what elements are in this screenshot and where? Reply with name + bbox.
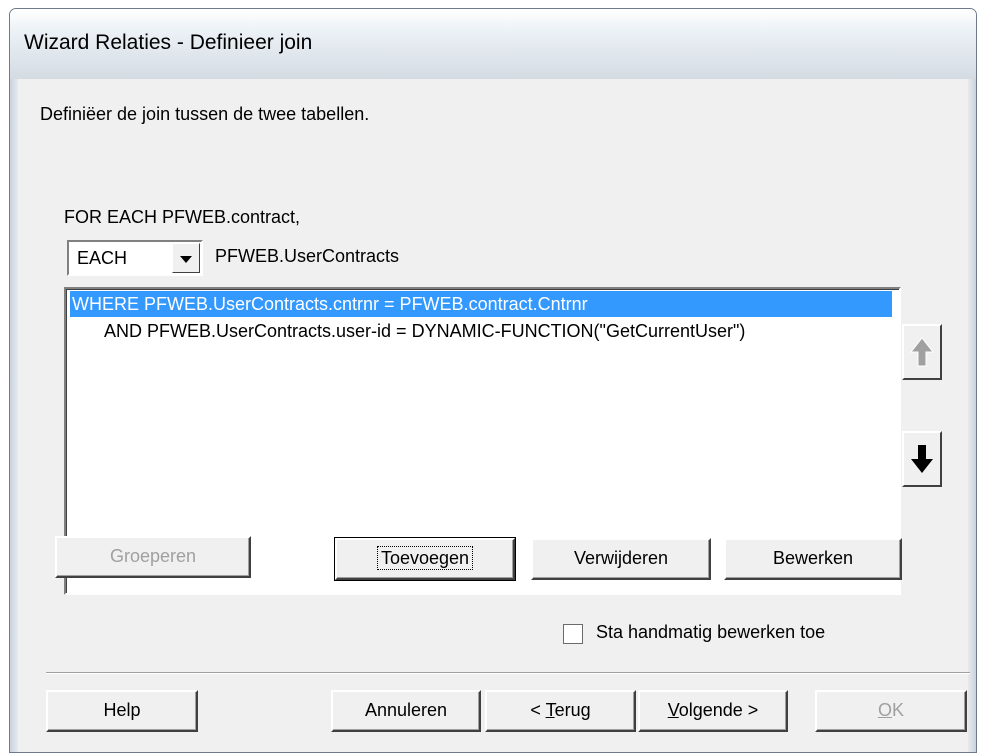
window-title: Wizard Relaties - Definieer join [24, 31, 313, 54]
arrow-down-icon [911, 445, 933, 473]
ok-label-mnemonic: O [877, 700, 892, 720]
where-clause-item-1[interactable]: WHERE PFWEB.UserContracts.cntrnr = PFWEB… [70, 291, 892, 317]
back-label-mnemonic: T [545, 700, 555, 720]
window-frame-right [968, 79, 976, 752]
remove-button[interactable]: Verwijderen [531, 538, 711, 580]
next-button[interactable]: Volgende > [638, 690, 788, 732]
edit-button[interactable]: Bewerken [724, 538, 902, 580]
back-button[interactable]: < Terug [485, 690, 636, 732]
for-each-label: FOR EACH PFWEB.contract, [64, 207, 301, 227]
add-button[interactable]: Toevoegen [334, 537, 516, 581]
join-table-label: PFWEB.UserContracts [215, 246, 400, 266]
title-bar[interactable]: Wizard Relaties - Definieer join [10, 9, 976, 79]
back-label-prefix: < [530, 700, 546, 720]
where-clause-item-2[interactable]: AND PFWEB.UserContracts.user-id = DYNAMI… [104, 318, 745, 344]
chevron-down-icon [180, 256, 192, 263]
ok-button[interactable]: OK [815, 690, 967, 732]
help-button[interactable]: Help [46, 690, 198, 732]
window-frame-left [10, 79, 18, 752]
manual-edit-label: Sta handmatig bewerken toe [596, 622, 826, 642]
back-label-rest: erug [554, 700, 591, 720]
dialog-content: Definiëer de join tussen de twee tabelle… [18, 79, 970, 752]
move-up-button[interactable] [902, 324, 942, 380]
wizard-dialog: Wizard Relaties - Definieer join Definië… [9, 8, 977, 753]
arrow-up-icon [909, 337, 935, 367]
manual-edit-checkbox[interactable] [563, 624, 583, 644]
next-label-rest: olgende > [678, 700, 759, 720]
ok-label-rest: K [892, 700, 905, 720]
group-button[interactable]: Groeperen [55, 536, 251, 578]
cancel-button[interactable]: Annuleren [331, 690, 481, 732]
next-label-mnemonic: V [667, 700, 679, 720]
add-button-label: Toevoegen [376, 546, 474, 570]
instruction-text: Definiëer de join tussen de twee tabelle… [40, 104, 370, 124]
join-type-select[interactable]: EACH [67, 240, 203, 276]
join-type-dropdown-button[interactable] [172, 243, 200, 273]
move-down-button[interactable] [902, 431, 942, 487]
join-type-value: EACH [77, 248, 128, 268]
footer-separator [46, 672, 970, 674]
